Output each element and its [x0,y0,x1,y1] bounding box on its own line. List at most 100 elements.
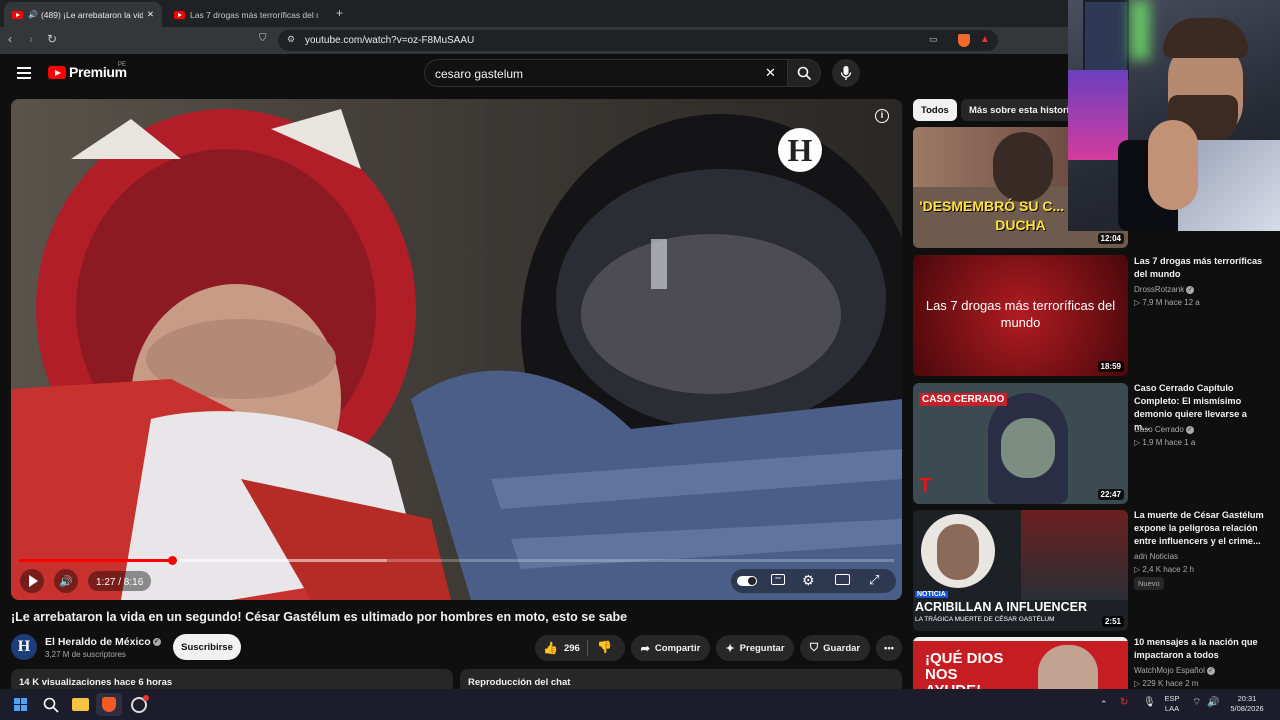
recommendation-thumbnail[interactable]: ¡QUÉ DIOS NOS AYUDE! [913,637,1128,689]
file-explorer-icon[interactable] [72,698,89,711]
recommendation-channel[interactable]: WatchMojo Español [1134,666,1205,675]
youtube-logo-icon[interactable] [48,66,66,79]
channel-avatar[interactable]: H [11,634,37,660]
dislike-icon[interactable]: 👎 [597,640,612,654]
more-icon: ••• [884,642,894,654]
ask-button[interactable]: ✦ Preguntar [716,635,794,661]
sync-icon[interactable]: ↻ [1120,698,1128,708]
recommendation-thumbnail[interactable]: CASO CERRADO T 22:47 [913,383,1128,504]
recommendation-channel-row: DrossRotzank ✓ [1134,285,1195,294]
play-icon [29,575,38,587]
chevron-up-icon[interactable]: ⌃ [1100,699,1108,709]
clear-search-icon[interactable]: ✕ [765,65,776,81]
site-info-icon[interactable]: ⚙ [287,34,295,45]
progress-bar[interactable] [19,556,894,565]
autoplay-toggle[interactable] [737,576,757,586]
url-text: youtube.com/watch?v=oz-F8MuSAAU [305,35,475,46]
channel-name-row[interactable]: El Heraldo de México ✓ [45,636,161,648]
thumbnail-text: ACRIBILLAN A INFLUENCER [915,600,1087,614]
search-input[interactable] [435,67,755,81]
verified-icon: ✓ [152,638,161,647]
thumbnail-text: CASO CERRADO [919,393,1008,406]
channel-name[interactable]: El Heraldo de México [45,636,151,648]
recommendation-title[interactable]: La muerte de César Gastélum expone la pe… [1134,509,1264,548]
like-icon[interactable]: 👍 [543,641,558,655]
more-actions-button[interactable]: ••• [876,635,902,661]
chip-more-story[interactable]: Más sobre esta historia [961,99,1083,121]
volume-icon: 🔊 [59,575,73,588]
forward-icon[interactable]: › [29,32,33,46]
new-tab-icon[interactable]: + [336,6,343,20]
search-icon[interactable] [43,697,59,713]
recommendation-title[interactable]: 10 mensajes a la nación que impactaron a… [1134,636,1264,662]
subscribe-button[interactable]: Suscribirse [173,634,241,660]
menu-icon[interactable] [17,67,31,79]
search-button[interactable] [787,59,821,87]
cast-icon[interactable]: ▭ [929,34,938,45]
subtitles-icon[interactable]: == [771,574,785,585]
url-field[interactable]: ⚙ youtube.com/watch?v=oz-F8MuSAAU ▭ [278,30,998,51]
recommendation-thumbnail[interactable]: NOTICIA ACRIBILLAN A INFLUENCER LA TRÁGI… [913,510,1128,631]
taskbar-item-active[interactable] [96,693,122,716]
settings-icon[interactable]: ⚙ [802,572,815,589]
browser-tab-active[interactable]: 🔊 (489) ¡Le arrebataron la vida e ✕ [4,2,162,27]
video-duration: 2:51 [1101,616,1124,627]
time-label: 1:27 / 8:16 [96,577,144,588]
clock[interactable]: 20:31 5/08/2026 [1226,694,1268,714]
share-button[interactable]: ➦ Compartir [631,635,710,661]
back-icon[interactable]: ‹ [8,32,12,46]
theater-mode-icon[interactable] [835,574,850,585]
microphone-icon[interactable]: 🎙 [1143,698,1156,708]
thumbnail-text: ¡QUÉ DIOS NOS AYUDE! [925,650,1004,690]
recommendation-thumbnail[interactable]: Las 7 drogas más terroríficas del mundo … [913,255,1128,376]
save-icon: ⛉ [809,641,819,654]
language-code: ESP [1164,694,1180,703]
brave-shield-icon[interactable] [958,34,970,47]
info-icon[interactable]: i [875,109,889,123]
fullscreen-icon[interactable]: ⤢ [869,572,879,588]
save-button[interactable]: ⛉ Guardar [800,635,870,661]
new-badge: Nuevo [1134,577,1164,590]
time-display: 1:27 / 8:16 [88,571,152,591]
close-tab-icon[interactable]: ✕ [147,9,154,20]
volume-button[interactable]: 🔊 [54,569,78,593]
recommendation-title[interactable]: Las 7 drogas más terroríficas del mundo [1134,255,1264,281]
subscriber-count: 3,27 M de suscriptores [45,650,126,659]
taskbar: ⌃ ↻ 🎙 ESP LAA ⌔ 🔊 20:31 5/08/2026 [0,689,1280,720]
recommendation-channel-row: WatchMojo Español ✓ [1134,666,1215,675]
speaker-icon: 🔊 [28,10,38,19]
brave-rewards-icon[interactable]: ▲ [980,34,990,45]
webcam-overlay [1068,0,1280,231]
obs-icon[interactable] [131,695,149,713]
bookmark-icon[interactable]: ⛉ [259,33,267,44]
recommendation-channel[interactable]: Caso Cerrado [1134,425,1184,434]
search-icon [797,66,812,81]
verified-icon: ✓ [1185,425,1194,434]
keyboard-layout: LAA [1164,704,1180,713]
video-player[interactable]: H i 🔊 1:27 / 8:16 == ⚙ ⤢ [11,99,902,600]
recommendation-meta: ▷ 229 K hace 2 m [1134,679,1199,688]
chip-all[interactable]: Todos [913,99,957,121]
wifi-icon[interactable]: ⌔ [1192,698,1201,708]
recommendation-channel[interactable]: adn Noticias [1134,552,1178,561]
reload-icon[interactable]: ↻ [47,32,57,46]
recommendation-channel[interactable]: DrossRotzank [1134,285,1184,294]
browser-tab[interactable]: Las 7 drogas más terroríficas del mu [166,2,326,27]
language-indicator[interactable]: ESP LAA [1160,694,1184,714]
voice-search-button[interactable] [832,59,860,87]
tab-title: (489) ¡Le arrebataron la vida e [40,9,143,20]
volume-icon[interactable]: 🔊 [1207,698,1219,708]
play-button[interactable] [20,569,44,593]
recommendation-channel-row: Caso Cerrado ✓ [1134,425,1194,434]
telemundo-logo-icon: T [919,475,932,497]
recommendation-meta: ▷ 7,9 M hace 12 a [1134,298,1200,307]
ask-label: Preguntar [739,642,785,654]
right-controls: == ⚙ ⤢ [731,569,896,593]
views-and-date: 14 K visualizaciones hace 6 horas [19,677,173,688]
save-label: Guardar [823,642,861,654]
channel-watermark[interactable]: H [778,128,822,172]
like-count[interactable]: 296 [564,643,580,654]
windows-start-icon[interactable] [14,698,28,712]
search-box[interactable]: ✕ [424,59,787,87]
recommendation-meta: ▷ 2,4 K hace 2 h [1134,565,1194,574]
